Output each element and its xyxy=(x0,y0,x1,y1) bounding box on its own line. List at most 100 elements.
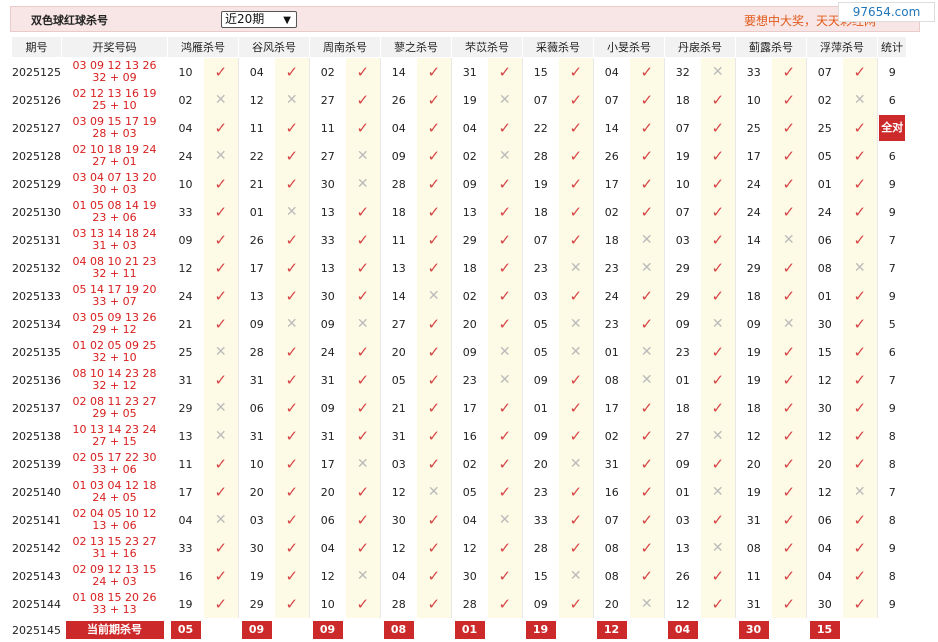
check-icon: ✓ xyxy=(701,198,736,226)
check-icon: ✓ xyxy=(275,422,310,450)
kill-number-cell: 09 xyxy=(665,310,701,338)
cross-icon: ✕ xyxy=(701,478,736,506)
check-icon: ✓ xyxy=(559,86,594,114)
stat-cell: 6 xyxy=(878,338,907,366)
kill-number-cell: 13 xyxy=(310,254,346,282)
kill-number-cell: 14 xyxy=(594,114,630,142)
current-kill-number: 15 xyxy=(810,621,840,639)
check-icon: ✓ xyxy=(275,450,310,478)
extra-balls: 32 + 12 xyxy=(62,380,168,392)
kill-number-cell: 01 xyxy=(594,338,630,366)
check-icon: ✓ xyxy=(772,198,807,226)
kill-number-cell: 04 xyxy=(807,562,843,590)
extra-balls: 27 + 01 xyxy=(62,156,168,168)
cross-icon: ✕ xyxy=(630,590,665,618)
kill-number-cell: 02 xyxy=(807,86,843,114)
kill-number-cell: 22 xyxy=(239,142,275,170)
check-icon: ✓ xyxy=(701,114,736,142)
check-icon: ✓ xyxy=(204,450,239,478)
period-cell: 2025141 xyxy=(12,506,62,534)
table-row: 202513305 14 17 19 2033 + 0724✓13✓30✓14✕… xyxy=(12,282,907,310)
check-icon: ✓ xyxy=(701,282,736,310)
table-row: 202513501 02 05 09 2532 + 1025✕28✓24✓20✓… xyxy=(12,338,907,366)
period-cell: 2025132 xyxy=(12,254,62,282)
check-icon: ✓ xyxy=(630,198,665,226)
kill-number-cell: 16 xyxy=(452,422,488,450)
kill-number-cell: 27 xyxy=(310,142,346,170)
kill-number-cell: 31 xyxy=(594,450,630,478)
check-icon: ✓ xyxy=(417,226,452,254)
check-icon: ✓ xyxy=(701,590,736,618)
extra-balls: 23 + 06 xyxy=(62,212,168,224)
kill-number-cell: 04 xyxy=(381,562,417,590)
kill-number-cell: 10 xyxy=(239,450,275,478)
kill-number-cell: 13 xyxy=(239,282,275,310)
kill-number-cell: 02 xyxy=(310,58,346,87)
check-icon: ✓ xyxy=(417,534,452,562)
kill-number-cell: 08 xyxy=(594,534,630,562)
extra-balls: 28 + 03 xyxy=(62,128,168,140)
kill-number-cell: 19 xyxy=(523,170,559,198)
table-row: 202513403 05 09 13 2629 + 1221✓09✕09✕27✓… xyxy=(12,310,907,338)
check-icon: ✓ xyxy=(701,226,736,254)
kill-number-cell: 03 xyxy=(239,506,275,534)
check-icon: ✓ xyxy=(772,114,807,142)
check-icon: ✓ xyxy=(559,142,594,170)
stat-cell: 6 xyxy=(878,142,907,170)
kill-number-cell: 19 xyxy=(239,562,275,590)
cross-icon: ✕ xyxy=(346,142,381,170)
column-header-expert: 鸿雁杀号 xyxy=(168,37,239,58)
kill-number-cell: 24 xyxy=(310,338,346,366)
check-icon: ✓ xyxy=(417,338,452,366)
check-icon: ✓ xyxy=(701,254,736,282)
kill-number-cell: 09 xyxy=(239,310,275,338)
period-range-select[interactable]: 近20期 ▼ xyxy=(221,11,297,28)
check-icon: ✓ xyxy=(488,562,523,590)
check-icon: ✓ xyxy=(488,226,523,254)
kill-number-cell: 02 xyxy=(594,422,630,450)
kill-number-cell: 02 xyxy=(452,282,488,310)
kill-number-cell: 11 xyxy=(736,562,772,590)
kill-number-cell: 03 xyxy=(665,226,701,254)
kill-number-cell: 15 xyxy=(523,562,559,590)
check-icon: ✓ xyxy=(843,562,878,590)
kill-number-cell: 10 xyxy=(168,58,204,87)
kill-number-cell: 12 xyxy=(807,422,843,450)
check-icon: ✓ xyxy=(417,562,452,590)
kill-number-cell: 03 xyxy=(381,450,417,478)
stat-cell: 8 xyxy=(878,422,907,450)
check-icon: ✓ xyxy=(275,142,310,170)
kill-number-cell: 24 xyxy=(594,282,630,310)
kill-number-cell: 29 xyxy=(665,254,701,282)
table-body: 202512503 09 12 13 2632 + 0910✓04✓02✓14✓… xyxy=(12,58,907,642)
kill-number-cell: 05 xyxy=(452,478,488,506)
cross-icon: ✕ xyxy=(275,310,310,338)
check-icon: ✓ xyxy=(701,86,736,114)
check-icon: ✓ xyxy=(772,282,807,310)
kill-number-cell: 26 xyxy=(594,142,630,170)
kill-number-cell: 10 xyxy=(310,590,346,618)
kill-number-cell: 07 xyxy=(594,506,630,534)
kill-number-cell: 11 xyxy=(168,450,204,478)
check-icon: ✓ xyxy=(346,198,381,226)
kill-number-cell: 18 xyxy=(381,198,417,226)
kill-number-cell: 31 xyxy=(310,366,346,394)
kill-number-cell: 24 xyxy=(168,142,204,170)
check-icon: ✓ xyxy=(630,86,665,114)
check-icon: ✓ xyxy=(488,114,523,142)
kill-number-cell: 17 xyxy=(168,478,204,506)
kill-number-cell: 31 xyxy=(168,366,204,394)
kill-number-cell: 23 xyxy=(452,366,488,394)
current-kill-number: 30 xyxy=(739,621,769,639)
kill-number-cell: 19 xyxy=(736,366,772,394)
check-icon: ✓ xyxy=(275,562,310,590)
kill-number-cell: 12 xyxy=(310,562,346,590)
check-icon: ✓ xyxy=(843,310,878,338)
check-icon: ✓ xyxy=(772,534,807,562)
period-cell: 2025135 xyxy=(12,338,62,366)
kill-number-cell: 17 xyxy=(239,254,275,282)
check-icon: ✓ xyxy=(630,58,665,87)
kill-number-cell: 26 xyxy=(239,226,275,254)
extra-balls: 24 + 05 xyxy=(62,492,168,504)
check-icon: ✓ xyxy=(843,506,878,534)
